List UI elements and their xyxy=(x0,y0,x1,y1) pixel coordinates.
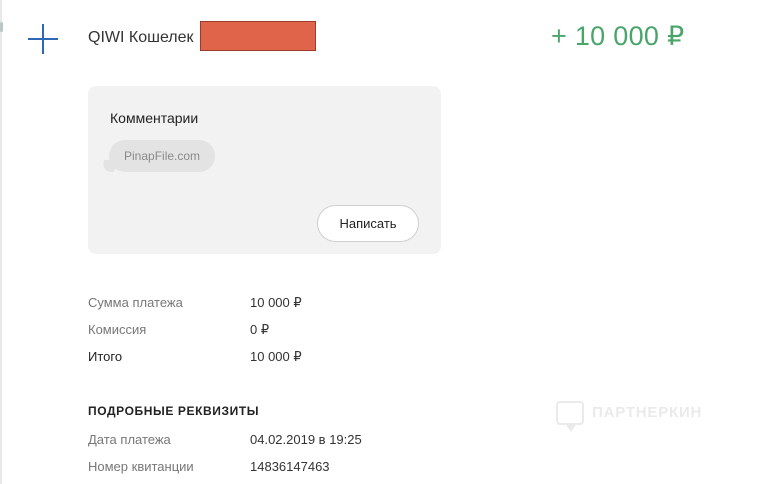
details-section-title: ПОДРОБНЫЕ РЕКВИЗИТЫ xyxy=(88,404,260,418)
comments-card: Комментарии PinapFile.com Написать xyxy=(88,86,441,254)
payment-sum-label: Сумма платежа xyxy=(88,295,183,310)
payment-date-label: Дата платежа xyxy=(88,432,171,447)
left-edge-divider xyxy=(0,0,2,484)
receipt-number-value: 14836147463 xyxy=(250,459,330,474)
payment-sum-value: 10 000 ₽ xyxy=(250,295,302,310)
chat-bubble-logo-icon xyxy=(556,401,584,432)
payment-amount: + 10 000 ₽ xyxy=(551,21,685,51)
total-label: Итого xyxy=(88,349,123,364)
commission-label: Комиссия xyxy=(88,322,147,337)
redacted-account-number xyxy=(200,21,316,51)
watermark: ПАРТНЕРКИН xyxy=(556,401,726,432)
comment-bubble: PinapFile.com xyxy=(109,140,216,172)
receipt-number-label: Номер квитанции xyxy=(88,459,194,474)
watermark-text: ПАРТНЕРКИН xyxy=(592,404,703,421)
commission-value: 0 ₽ xyxy=(250,322,270,337)
plus-icon[interactable] xyxy=(28,24,58,54)
comments-title: Комментарии xyxy=(110,110,199,126)
payment-date-value: 04.02.2019 в 19:25 xyxy=(250,432,362,447)
total-value: 10 000 ₽ xyxy=(250,349,302,364)
provider-name: QIWI Кошелек xyxy=(88,29,194,46)
left-edge-marker xyxy=(0,22,3,32)
write-comment-button[interactable]: Написать xyxy=(317,205,419,242)
